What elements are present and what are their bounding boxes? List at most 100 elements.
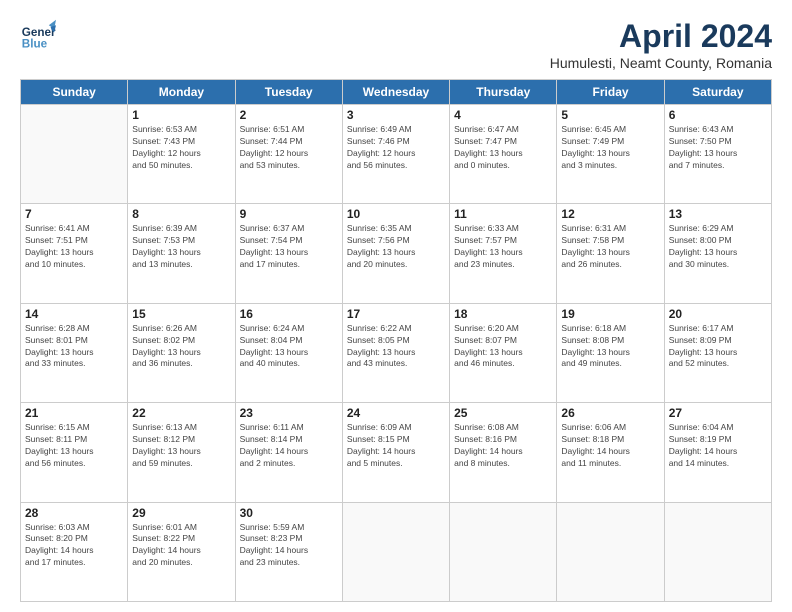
day-info: Sunrise: 6:41 AM Sunset: 7:51 PM Dayligh… xyxy=(25,223,123,271)
day-number: 3 xyxy=(347,108,445,122)
day-number: 1 xyxy=(132,108,230,122)
table-row: 17 Sunrise: 6:22 AM Sunset: 8:05 PM Dayli… xyxy=(342,303,449,402)
calendar-header-row: Sunday Monday Tuesday Wednesday Thursday… xyxy=(21,80,772,105)
day-number: 5 xyxy=(561,108,659,122)
table-row: 5 Sunrise: 6:45 AM Sunset: 7:49 PM Daylig… xyxy=(557,105,664,204)
table-row: 22Sunrise: 6:13 AM Sunset: 8:12 PM Dayli… xyxy=(128,403,235,502)
day-number: 22 xyxy=(132,406,230,420)
table-row xyxy=(450,502,557,601)
col-tuesday: Tuesday xyxy=(235,80,342,105)
day-info: Sunrise: 6:15 AM Sunset: 8:11 PM Dayligh… xyxy=(25,422,123,470)
day-info: Sunrise: 6:09 AM Sunset: 8:15 PM Dayligh… xyxy=(347,422,445,470)
day-number: 2 xyxy=(240,108,338,122)
day-number: 23 xyxy=(240,406,338,420)
day-info: Sunrise: 6:22 AM Sunset: 8:05 PM Dayligh… xyxy=(347,323,445,371)
col-monday: Monday xyxy=(128,80,235,105)
table-row: 10 Sunrise: 6:35 AM Sunset: 7:56 PM Dayli… xyxy=(342,204,449,303)
day-info: Sunrise: 6:11 AM Sunset: 8:14 PM Dayligh… xyxy=(240,422,338,470)
day-number: 20 xyxy=(669,307,767,321)
table-row: 29Sunrise: 6:01 AM Sunset: 8:22 PM Dayli… xyxy=(128,502,235,601)
day-info: Sunrise: 6:29 AM Sunset: 8:00 PM Dayligh… xyxy=(669,223,767,271)
table-row xyxy=(21,105,128,204)
calendar-week-1: 1 Sunrise: 6:53 AM Sunset: 7:43 PM Daylig… xyxy=(21,105,772,204)
day-number: 14 xyxy=(25,307,123,321)
day-number: 18 xyxy=(454,307,552,321)
table-row: 6Sunrise: 6:43 AM Sunset: 7:50 PM Daylig… xyxy=(664,105,771,204)
table-row: 18 Sunrise: 6:20 AM Sunset: 8:07 PM Dayli… xyxy=(450,303,557,402)
logo-icon: General Blue xyxy=(20,18,56,54)
table-row: 7 Sunrise: 6:41 AM Sunset: 7:51 PM Daylig… xyxy=(21,204,128,303)
table-row: 3 Sunrise: 6:49 AM Sunset: 7:46 PM Daylig… xyxy=(342,105,449,204)
day-number: 27 xyxy=(669,406,767,420)
day-info: Sunrise: 6:47 AM Sunset: 7:47 PM Dayligh… xyxy=(454,124,552,172)
table-row: 26 Sunrise: 6:06 AM Sunset: 8:18 PM Dayli… xyxy=(557,403,664,502)
table-row: 8Sunrise: 6:39 AM Sunset: 7:53 PM Daylig… xyxy=(128,204,235,303)
table-row: 4 Sunrise: 6:47 AM Sunset: 7:47 PM Daylig… xyxy=(450,105,557,204)
table-row: 14 Sunrise: 6:28 AM Sunset: 8:01 PM Dayli… xyxy=(21,303,128,402)
calendar-week-4: 21 Sunrise: 6:15 AM Sunset: 8:11 PM Dayli… xyxy=(21,403,772,502)
page-location: Humulesti, Neamt County, Romania xyxy=(550,55,772,71)
page-title: April 2024 xyxy=(550,18,772,55)
day-info: Sunrise: 6:24 AM Sunset: 8:04 PM Dayligh… xyxy=(240,323,338,371)
col-saturday: Saturday xyxy=(664,80,771,105)
day-number: 10 xyxy=(347,207,445,221)
day-number: 16 xyxy=(240,307,338,321)
table-row xyxy=(557,502,664,601)
table-row: 21 Sunrise: 6:15 AM Sunset: 8:11 PM Dayli… xyxy=(21,403,128,502)
day-info: Sunrise: 6:01 AM Sunset: 8:22 PM Dayligh… xyxy=(132,522,230,570)
day-info: Sunrise: 6:20 AM Sunset: 8:07 PM Dayligh… xyxy=(454,323,552,371)
table-row: 20 Sunrise: 6:17 AM Sunset: 8:09 PM Dayli… xyxy=(664,303,771,402)
calendar-week-5: 28 Sunrise: 6:03 AM Sunset: 8:20 PM Dayli… xyxy=(21,502,772,601)
col-wednesday: Wednesday xyxy=(342,80,449,105)
table-row: 1 Sunrise: 6:53 AM Sunset: 7:43 PM Daylig… xyxy=(128,105,235,204)
day-number: 4 xyxy=(454,108,552,122)
day-info: Sunrise: 6:39 AM Sunset: 7:53 PM Dayligh… xyxy=(132,223,230,271)
day-info: Sunrise: 6:17 AM Sunset: 8:09 PM Dayligh… xyxy=(669,323,767,371)
day-number: 7 xyxy=(25,207,123,221)
day-number: 25 xyxy=(454,406,552,420)
day-number: 11 xyxy=(454,207,552,221)
table-row: 13Sunrise: 6:29 AM Sunset: 8:00 PM Dayli… xyxy=(664,204,771,303)
table-row: 28 Sunrise: 6:03 AM Sunset: 8:20 PM Dayli… xyxy=(21,502,128,601)
table-row: 9 Sunrise: 6:37 AM Sunset: 7:54 PM Daylig… xyxy=(235,204,342,303)
day-info: Sunrise: 6:33 AM Sunset: 7:57 PM Dayligh… xyxy=(454,223,552,271)
day-info: Sunrise: 6:06 AM Sunset: 8:18 PM Dayligh… xyxy=(561,422,659,470)
col-thursday: Thursday xyxy=(450,80,557,105)
logo: General Blue xyxy=(20,18,56,54)
table-row: 25 Sunrise: 6:08 AM Sunset: 8:16 PM Dayli… xyxy=(450,403,557,502)
day-info: Sunrise: 6:04 AM Sunset: 8:19 PM Dayligh… xyxy=(669,422,767,470)
day-number: 19 xyxy=(561,307,659,321)
table-row: 27 Sunrise: 6:04 AM Sunset: 8:19 PM Dayli… xyxy=(664,403,771,502)
calendar-week-3: 14 Sunrise: 6:28 AM Sunset: 8:01 PM Dayli… xyxy=(21,303,772,402)
day-number: 26 xyxy=(561,406,659,420)
day-info: Sunrise: 6:53 AM Sunset: 7:43 PM Dayligh… xyxy=(132,124,230,172)
day-info: Sunrise: 6:03 AM Sunset: 8:20 PM Dayligh… xyxy=(25,522,123,570)
day-number: 28 xyxy=(25,506,123,520)
table-row xyxy=(342,502,449,601)
title-block: April 2024 Humulesti, Neamt County, Roma… xyxy=(550,18,772,71)
day-number: 30 xyxy=(240,506,338,520)
day-number: 9 xyxy=(240,207,338,221)
table-row: 24 Sunrise: 6:09 AM Sunset: 8:15 PM Dayli… xyxy=(342,403,449,502)
day-info: Sunrise: 6:45 AM Sunset: 7:49 PM Dayligh… xyxy=(561,124,659,172)
day-info: Sunrise: 6:35 AM Sunset: 7:56 PM Dayligh… xyxy=(347,223,445,271)
day-info: Sunrise: 6:37 AM Sunset: 7:54 PM Dayligh… xyxy=(240,223,338,271)
table-row: 30 Sunrise: 5:59 AM Sunset: 8:23 PM Dayli… xyxy=(235,502,342,601)
day-number: 12 xyxy=(561,207,659,221)
day-info: Sunrise: 6:26 AM Sunset: 8:02 PM Dayligh… xyxy=(132,323,230,371)
day-info: Sunrise: 6:28 AM Sunset: 8:01 PM Dayligh… xyxy=(25,323,123,371)
header: General Blue April 2024 Humulesti, Neamt… xyxy=(20,18,772,71)
day-number: 21 xyxy=(25,406,123,420)
day-number: 17 xyxy=(347,307,445,321)
day-info: Sunrise: 6:43 AM Sunset: 7:50 PM Dayligh… xyxy=(669,124,767,172)
svg-text:Blue: Blue xyxy=(22,38,48,51)
day-info: Sunrise: 6:31 AM Sunset: 7:58 PM Dayligh… xyxy=(561,223,659,271)
day-number: 24 xyxy=(347,406,445,420)
table-row: 19Sunrise: 6:18 AM Sunset: 8:08 PM Dayli… xyxy=(557,303,664,402)
day-info: Sunrise: 6:08 AM Sunset: 8:16 PM Dayligh… xyxy=(454,422,552,470)
day-info: Sunrise: 5:59 AM Sunset: 8:23 PM Dayligh… xyxy=(240,522,338,570)
day-number: 15 xyxy=(132,307,230,321)
day-info: Sunrise: 6:49 AM Sunset: 7:46 PM Dayligh… xyxy=(347,124,445,172)
day-info: Sunrise: 6:51 AM Sunset: 7:44 PM Dayligh… xyxy=(240,124,338,172)
table-row xyxy=(664,502,771,601)
